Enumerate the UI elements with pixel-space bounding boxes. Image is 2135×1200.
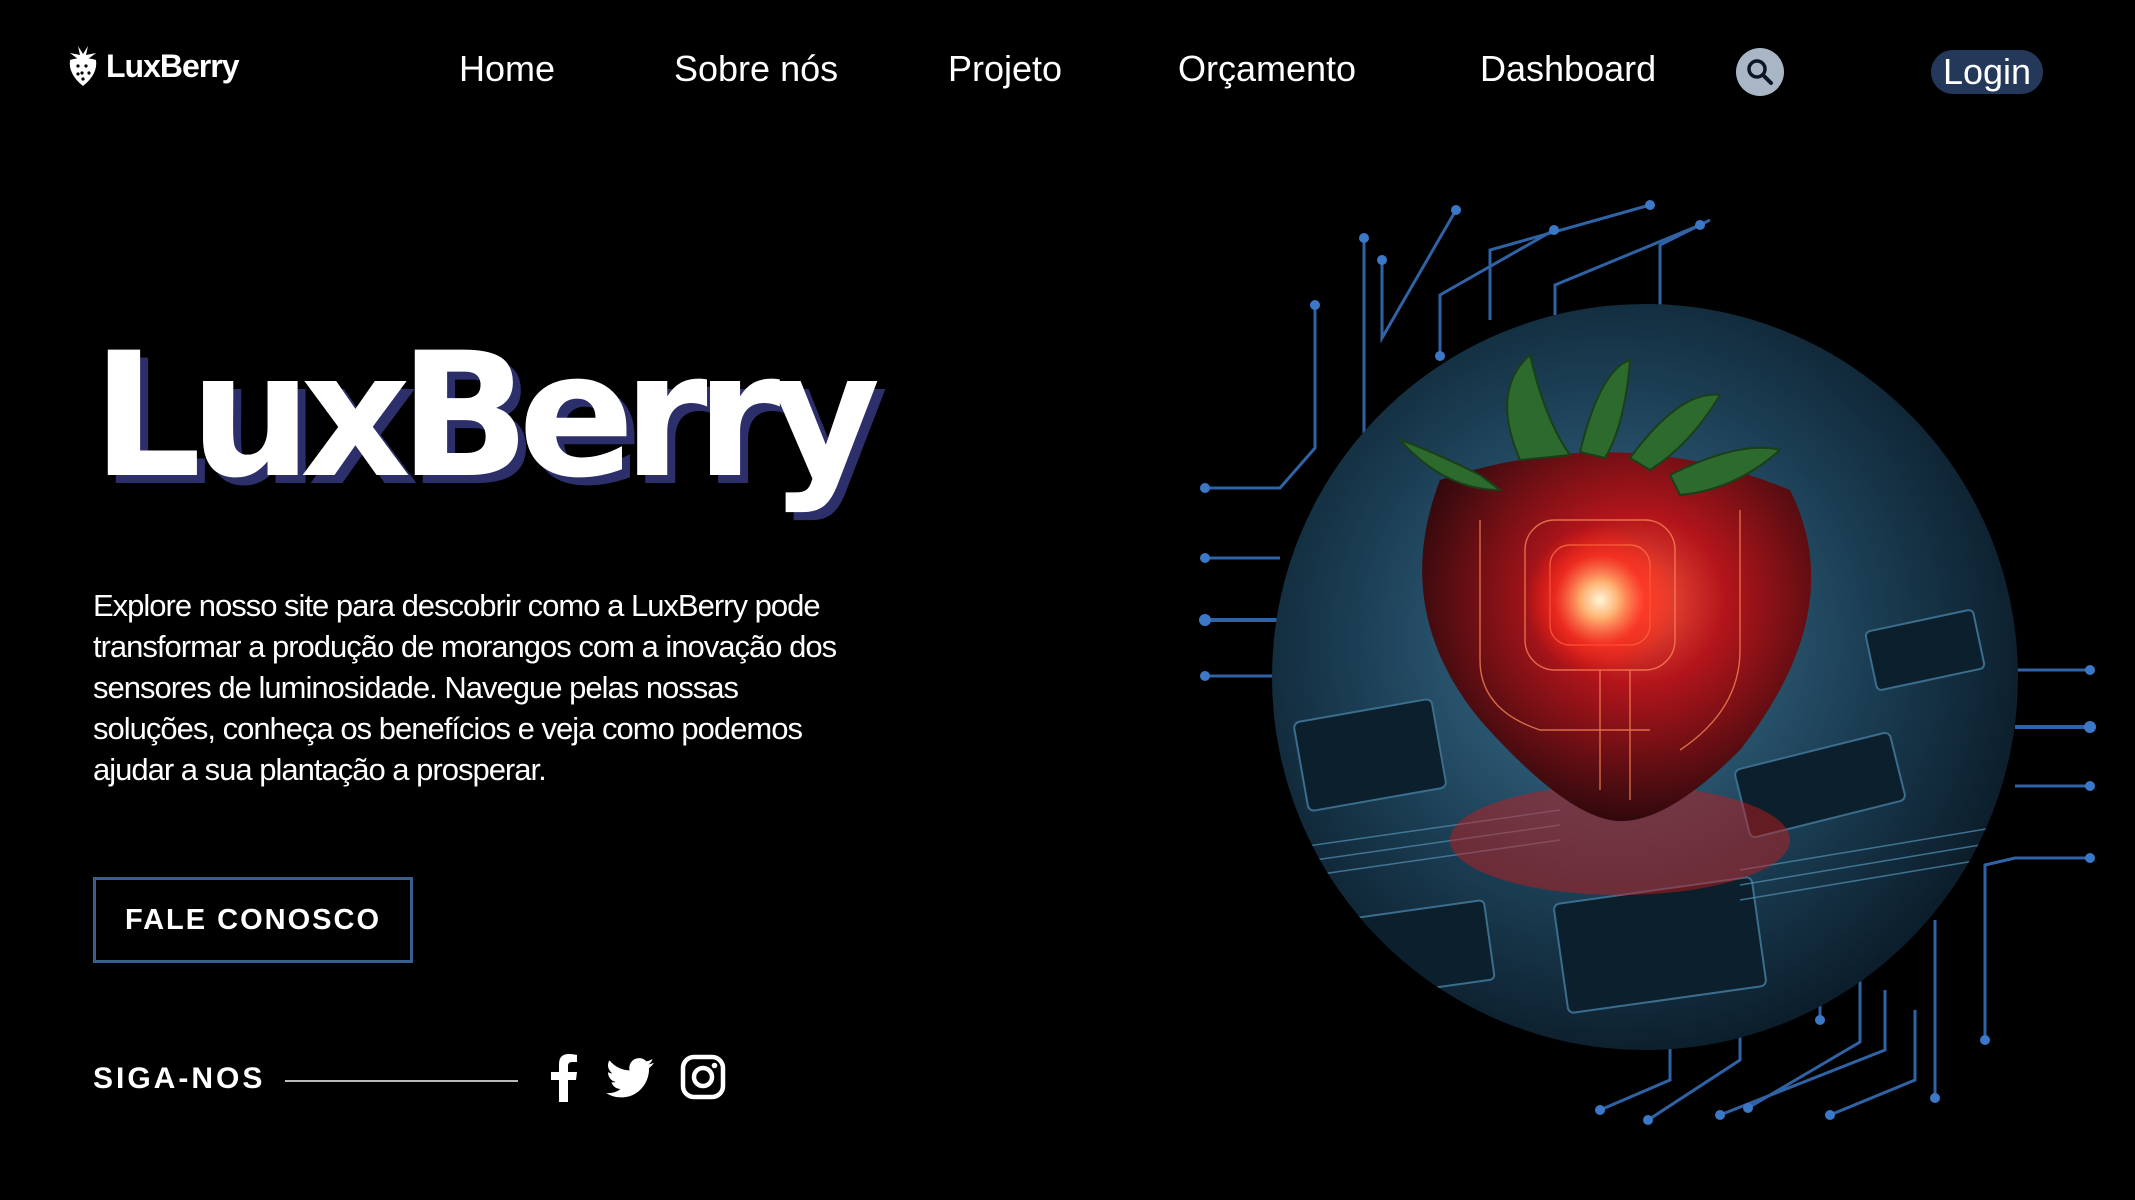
- search-button[interactable]: [1736, 48, 1784, 96]
- hero-illustration: [1199, 200, 2096, 1125]
- twitter-icon: [606, 1058, 654, 1098]
- hero-description: Explore nosso site para descobrir como a…: [93, 588, 837, 787]
- strawberry-logo-icon: [69, 46, 97, 86]
- instagram-icon: [680, 1054, 726, 1100]
- contact-button[interactable]: FALE CONOSCO: [93, 877, 413, 963]
- nav-link-home[interactable]: Home: [459, 48, 555, 90]
- nav-link-dashboard[interactable]: Dashboard: [1480, 48, 1656, 90]
- nav-link-sobre-nos[interactable]: Sobre nós: [674, 48, 838, 90]
- hero-title: LuxBerry: [92, 315, 881, 516]
- facebook-link[interactable]: [548, 1054, 580, 1107]
- login-button[interactable]: Login: [1931, 50, 2043, 94]
- follow-divider: [285, 1080, 518, 1082]
- nav-link-orcamento[interactable]: Orçamento: [1178, 48, 1356, 90]
- facebook-icon: [551, 1054, 577, 1102]
- instagram-link[interactable]: [680, 1054, 726, 1105]
- search-icon: [1747, 59, 1773, 85]
- logo-text: LuxBerry: [106, 47, 239, 84]
- logo[interactable]: LuxBerry: [66, 44, 239, 88]
- strawberry-chip-image: [1272, 304, 2018, 1050]
- nav-link-projeto[interactable]: Projeto: [948, 48, 1062, 90]
- follow-label: SIGA-NOS: [93, 1062, 266, 1095]
- twitter-link[interactable]: [606, 1058, 654, 1103]
